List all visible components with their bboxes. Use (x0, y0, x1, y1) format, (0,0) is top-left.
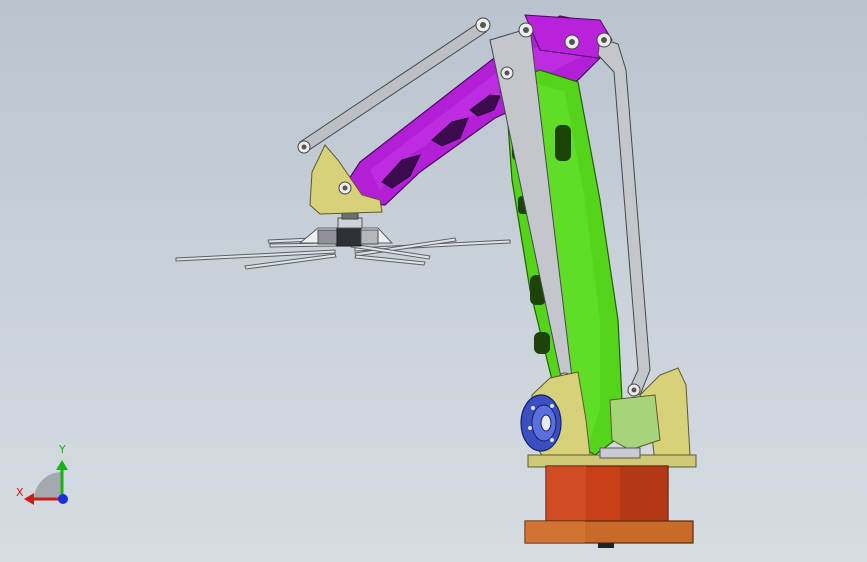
triad-y-label: Y (59, 443, 66, 456)
robot-arm-model[interactable] (0, 0, 867, 562)
graphics-viewport[interactable]: Y X (0, 0, 867, 562)
orientation-triad (24, 460, 68, 505)
gripper (175, 210, 511, 270)
base-plate (524, 520, 694, 548)
base-column (545, 465, 669, 523)
motor-flange (520, 394, 562, 452)
triad-x-label: X (16, 486, 24, 499)
